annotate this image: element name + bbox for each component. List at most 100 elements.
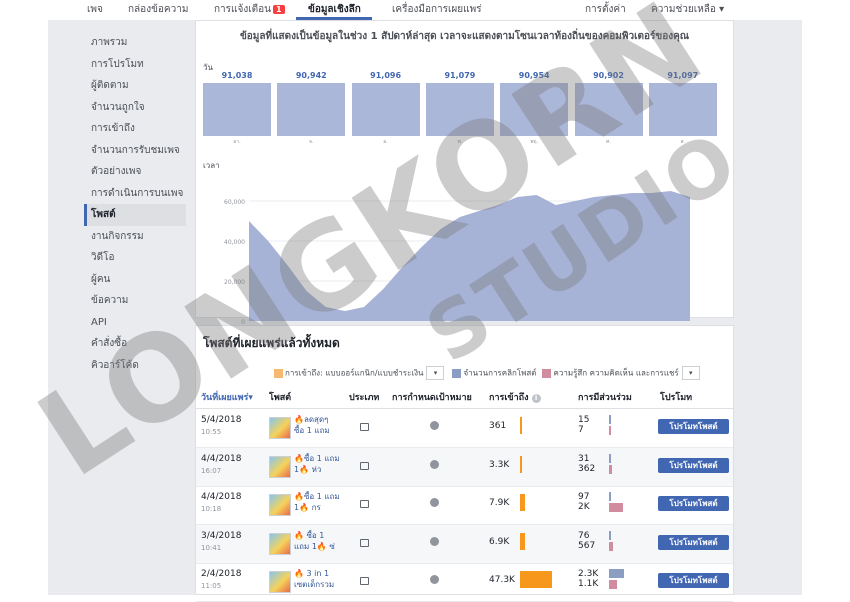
nav-help[interactable]: ความช่วยเหลือ ▾: [651, 2, 724, 17]
clicks-bar: [609, 415, 611, 424]
engagement-reactions: 1.1K: [578, 579, 599, 589]
engagement-reactions: 362: [578, 463, 596, 474]
sidebar-item[interactable]: คำสั่งซื้อ: [84, 333, 186, 355]
table-row[interactable]: 5/4/2018 10:55 🔥ลดสุดๆ ซื้อ 1 แถม 361 15 7 โปร…: [196, 409, 733, 448]
nav-publishing-tools[interactable]: เครื่องมือการเผยแพร่: [392, 2, 482, 17]
post-thumbnail[interactable]: [269, 455, 291, 478]
day-label: ส.: [680, 139, 686, 145]
sidebar-item[interactable]: ผู้ติดตาม: [84, 75, 186, 97]
col-published[interactable]: วันที่เผยแพร่▾: [201, 390, 253, 404]
y-tick-label: 20,000: [224, 279, 245, 286]
day-column[interactable]: 90,954 พฤ.: [500, 71, 569, 146]
reactions-bar: [609, 426, 611, 435]
all-posts-panel: โพสต์ที่เผยแพร่แล้วทั้งหมด การเข้าถึง: แ…: [195, 325, 734, 602]
reactions-bar: [609, 503, 623, 512]
reach-value: 3.3K: [489, 459, 510, 470]
post-text-link[interactable]: 🔥ซื้อ 1 แถม 1🔥 ห่ว: [294, 453, 340, 479]
day-bar: [351, 83, 420, 136]
day-label: อ.: [383, 139, 388, 145]
engagement-values: 2.3K 1.1K: [578, 569, 598, 589]
day-value: 90,954: [518, 71, 550, 80]
sidebar-item[interactable]: วิดีโอ: [84, 247, 186, 269]
sidebar-item[interactable]: งานกิจกรรม: [84, 226, 186, 248]
reactions-bar: [609, 580, 617, 589]
sidebar-item[interactable]: การโปรโมท: [84, 54, 186, 76]
table-row[interactable]: 2/4/2018 11:05 🔥 3 in 1 เซตเด็กรวม 47.3K 2.3…: [196, 563, 733, 602]
post-date: 2/4/2018: [201, 569, 242, 579]
table-row[interactable]: 3/4/2018 10:41 🔥 ซื้อ 1 แถม 1🔥 ซ่ 6.9K 76 567…: [196, 524, 733, 564]
legend-engagement-dropdown[interactable]: ▾: [681, 366, 700, 380]
post-time: 16:07: [201, 466, 222, 475]
post-thumbnail[interactable]: [269, 571, 291, 593]
panel-header: ข้อมูลที่แสดงเป็นข้อมูลในช่วง 1 สัปดาห์ล…: [239, 31, 690, 42]
engagement-values: 15 7: [578, 415, 589, 435]
sidebar-item[interactable]: จำนวนถูกใจ: [84, 97, 186, 119]
post-text-link[interactable]: 🔥ซื้อ 1 แถม 1🔥 กร: [294, 491, 340, 517]
legend-reach-dropdown[interactable]: ▾: [426, 366, 445, 380]
globe-icon: [430, 459, 439, 469]
sidebar-item[interactable]: ภาพรวม: [84, 32, 186, 54]
info-icon[interactable]: i: [531, 394, 541, 403]
reactions-swatch: [542, 368, 552, 378]
day-column[interactable]: 90,902 ศ.: [574, 71, 643, 146]
sidebar-item[interactable]: การดำเนินการบนเพจ: [84, 183, 186, 205]
day-bar: [648, 83, 717, 136]
post-time: 10:41: [201, 543, 222, 552]
sidebar-item[interactable]: ตัวอย่างเพจ: [84, 161, 186, 183]
chevron-down-icon: ▾: [719, 4, 725, 15]
promote-post-button[interactable]: โปรโมทโพสต์: [658, 419, 729, 434]
day-bar: [500, 83, 569, 136]
day-column[interactable]: 90,942 จ.: [277, 71, 346, 146]
col-published-label: วันที่เผยแพร่: [201, 393, 249, 403]
nav-insights[interactable]: ข้อมูลเชิงลึก: [308, 2, 361, 17]
nav-settings[interactable]: การตั้งค่า: [585, 2, 626, 17]
posts-title: โพสต์ที่เผยแพร่แล้วทั้งหมด: [203, 336, 340, 350]
sidebar-item[interactable]: API: [84, 312, 186, 334]
day-column[interactable]: 91,097 ส.: [648, 71, 717, 146]
nav-help-label: ความช่วยเหลือ: [651, 4, 716, 15]
day-label: ศ.: [606, 139, 611, 145]
sidebar-item[interactable]: ข้อความ: [84, 290, 186, 312]
posts-legend: การเข้าถึง: แบบออร์แกนิก/แบบชำระเงิน ▾ จำน…: [274, 366, 730, 380]
nav-inbox[interactable]: กล่องข้อความ: [128, 2, 188, 17]
day-label: พ.: [457, 139, 463, 145]
reach-bar: [520, 455, 523, 473]
post-text-link[interactable]: 🔥 ซื้อ 1 แถม 1🔥 ซ่: [294, 530, 340, 556]
sidebar-item[interactable]: จำนวนการรับชมเพจ: [84, 140, 186, 162]
promote-post-button[interactable]: โปรโมทโพสต์: [658, 457, 729, 473]
reach-value: 361: [489, 421, 507, 431]
promote-post-button[interactable]: โปรโมทโพสต์: [658, 534, 729, 550]
post-text-link[interactable]: 🔥ลดสุดๆ ซื้อ 1 แถม: [294, 414, 340, 440]
sidebar-item[interactable]: การเข้าถึง: [84, 118, 186, 140]
reach-bar: [520, 494, 526, 511]
post-thumbnail[interactable]: [269, 494, 291, 516]
table-row[interactable]: 4/4/2018 10:18 🔥ซื้อ 1 แถม 1🔥 กร 7.9K 97 2K โป…: [196, 486, 733, 525]
day-column[interactable]: 91,079 พ.: [425, 71, 494, 146]
table-row[interactable]: 4/4/2018 16:07 🔥ซื้อ 1 แถม 1🔥 ห่ว 3.3K 31 362…: [196, 447, 733, 487]
day-bar: [574, 83, 643, 136]
promote-post-button[interactable]: โปรโมทโพสต์: [658, 496, 729, 511]
day-column[interactable]: 91,038 อา.: [203, 71, 271, 146]
sidebar-item[interactable]: ผู้คน: [84, 269, 186, 291]
reach-value: 6.9K: [489, 536, 510, 547]
day-value: 91,079: [444, 71, 476, 80]
post-thumbnail[interactable]: [269, 532, 291, 555]
reach-bar: [520, 532, 525, 550]
photo-type-icon: [360, 538, 369, 547]
col-targeting: การกำหนดเป้าหมาย: [392, 393, 472, 403]
post-text-link[interactable]: 🔥 3 in 1 เซตเด็กรวม: [294, 568, 340, 594]
nav-notifications[interactable]: การแจ้งเตือน 1: [214, 2, 285, 17]
day-column[interactable]: 91,096 อ.: [351, 71, 420, 146]
nav-notifications-label: การแจ้งเตือน: [214, 4, 271, 15]
post-time: 11:05: [201, 582, 222, 590]
y-tick-label: 60,000: [224, 199, 245, 206]
post-thumbnail[interactable]: [269, 417, 291, 439]
reach-swatch: [274, 368, 283, 378]
reach-bar: [520, 417, 522, 434]
sidebar-item[interactable]: คิวอาร์โค้ด: [84, 355, 186, 377]
nav-page[interactable]: เพจ: [87, 2, 103, 17]
sidebar-item[interactable]: โพสต์: [84, 204, 186, 226]
col-promote: โปรโมท: [660, 393, 693, 403]
engagement-clicks: 76: [578, 530, 590, 541]
promote-post-button[interactable]: โปรโมทโพสต์: [658, 573, 729, 588]
